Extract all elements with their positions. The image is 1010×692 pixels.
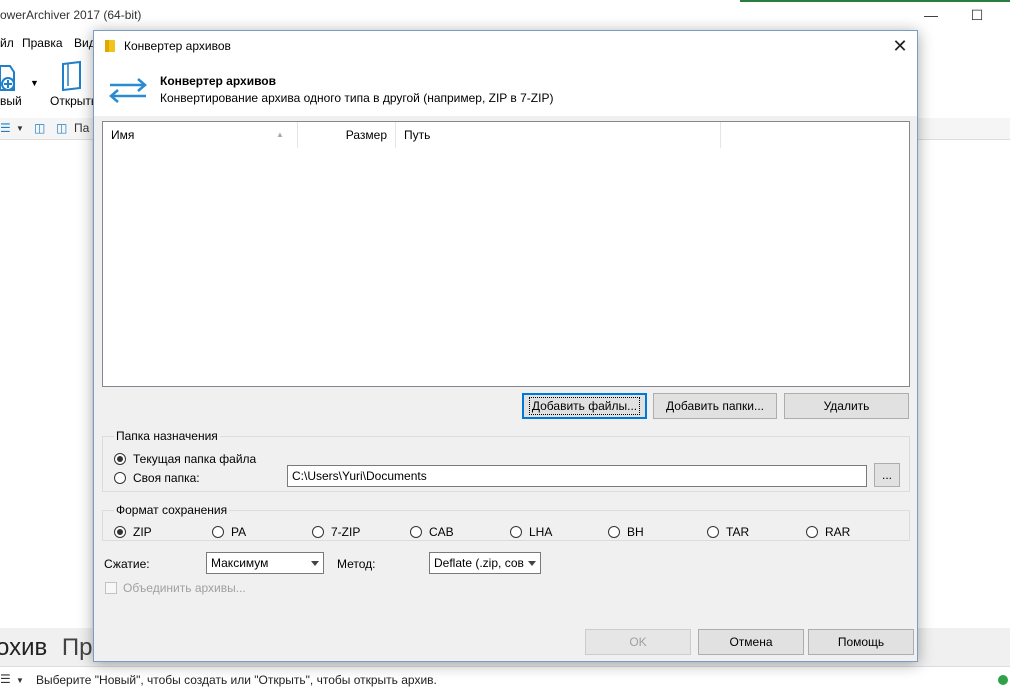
ok-label: OK — [629, 635, 647, 649]
bottom-heading-archive: охив — [0, 634, 48, 661]
format-bh[interactable]: BH — [608, 525, 644, 539]
status-indicator-icon — [998, 675, 1008, 685]
method-value: Deflate (.zip, сов — [434, 556, 524, 570]
column-name[interactable]: Имя ▲ — [103, 122, 298, 148]
status-dropdown-icon[interactable]: ▼ — [16, 676, 24, 685]
compression-select[interactable]: Максимум — [206, 552, 324, 574]
main-bottom-heading: охив Про — [0, 634, 106, 662]
radio-own-folder[interactable]: Своя папка: — [114, 471, 200, 485]
delete-button[interactable]: Удалить — [784, 393, 909, 419]
column-size[interactable]: Размер — [298, 122, 396, 148]
view-dropdown-icon[interactable]: ▼ — [16, 124, 24, 133]
merge-archives-checkbox[interactable]: Объединить архивы... — [105, 581, 246, 595]
radio-current-folder[interactable]: Текущая папка файла — [114, 452, 256, 466]
compression-label: Сжатие: — [104, 557, 150, 571]
sort-up-icon: ▲ — [276, 130, 284, 139]
panel-icon[interactable]: ◫ — [34, 121, 45, 135]
format-lha-radio[interactable] — [510, 526, 522, 538]
browse-button[interactable]: ... — [874, 463, 900, 487]
folders-label[interactable]: Па — [74, 121, 89, 135]
ok-button[interactable]: OK — [585, 629, 691, 655]
list-view-icon[interactable]: ☰ — [0, 121, 11, 135]
main-titlebar — [0, 0, 1010, 30]
radio-current-folder-control[interactable] — [114, 453, 126, 465]
menu-edit[interactable]: Правка — [22, 36, 63, 50]
format-cab-radio[interactable] — [410, 526, 422, 538]
add-folders-button[interactable]: Добавить папки... — [653, 393, 777, 419]
browse-label: ... — [881, 468, 892, 482]
folders-panel-icon[interactable]: ◫ — [56, 121, 67, 135]
header-subtitle: Конвертирование архива одного типа в дру… — [160, 91, 554, 105]
format-rar-label: RAR — [825, 525, 851, 539]
merge-archives-label: Объединить архивы... — [123, 581, 246, 595]
radio-current-folder-label: Текущая папка файла — [133, 452, 257, 466]
maximize-icon[interactable]: ☐ — [954, 0, 1000, 30]
delete-label: Удалить — [823, 399, 870, 413]
toolbar-new-label[interactable]: вый — [0, 94, 22, 108]
header-title: Конвертер архивов — [160, 74, 277, 88]
destination-path-input[interactable]: C:\Users\Yuri\Documents — [287, 465, 867, 487]
close-icon[interactable]: ✕ — [883, 31, 917, 61]
status-text: Выберите "Новый", чтобы создать или "Отк… — [36, 673, 437, 687]
compression-value: Максимум — [211, 556, 269, 570]
radio-own-folder-label: Своя папка: — [133, 471, 200, 485]
dialog-header — [94, 61, 917, 116]
toolbar-open-label[interactable]: Открыть — [50, 94, 97, 108]
help-label: Помощь — [837, 635, 885, 649]
help-button[interactable]: Помощь — [808, 629, 914, 655]
radio-own-folder-control[interactable] — [114, 472, 126, 484]
format-rar[interactable]: RAR — [806, 525, 850, 539]
format-pa-label: PA — [231, 525, 247, 539]
format-cab[interactable]: CAB — [410, 525, 454, 539]
column-path[interactable]: Путь — [396, 122, 721, 148]
add-files-label: Добавить файлы... — [528, 397, 641, 415]
format-zip-label: ZIP — [133, 525, 152, 539]
format-zip[interactable]: ZIP — [114, 525, 152, 539]
menu-file[interactable]: йл — [0, 36, 14, 50]
cancel-label: Отмена — [729, 635, 773, 649]
format-pa-radio[interactable] — [212, 526, 224, 538]
merge-archives-checkbox-box[interactable] — [105, 582, 117, 594]
format-rar-radio[interactable] — [806, 526, 818, 538]
file-list[interactable]: Имя ▲ Размер Путь — [102, 121, 910, 387]
format-cab-label: CAB — [429, 525, 454, 539]
format-tar[interactable]: TAR — [707, 525, 749, 539]
format-group-label: Формат сохранения — [114, 503, 230, 517]
converter-dialog: Конвертер архивов ✕ Конвертер архивов Ко… — [93, 30, 918, 662]
convert-arrows-icon — [109, 78, 147, 103]
main-left-pane — [0, 140, 92, 628]
main-right-pane — [918, 140, 1010, 628]
compression-dropdown-icon — [311, 561, 319, 566]
format-7zip-radio[interactable] — [312, 526, 324, 538]
dialog-title: Конвертер архивов — [124, 39, 231, 53]
format-bh-radio[interactable] — [608, 526, 620, 538]
main-window-title: owerArchiver 2017 (64-bit) — [0, 8, 142, 22]
method-select[interactable]: Deflate (.zip, сов — [429, 552, 541, 574]
format-7zip-label: 7-ZIP — [331, 525, 361, 539]
new-dropdown-icon[interactable]: ▼ — [30, 78, 39, 88]
format-7zip[interactable]: 7-ZIP — [312, 525, 360, 539]
column-name-label: Имя — [111, 128, 135, 142]
format-lha[interactable]: LHA — [510, 525, 552, 539]
format-lha-label: LHA — [529, 525, 553, 539]
minimize-icon[interactable]: — — [908, 0, 954, 30]
method-label: Метод: — [337, 557, 376, 571]
new-archive-icon[interactable] — [0, 62, 34, 96]
format-zip-radio[interactable] — [114, 526, 126, 538]
open-archive-icon[interactable] — [60, 60, 86, 92]
status-menu-icon[interactable]: ☰ — [0, 672, 11, 686]
column-size-label: Размер — [345, 128, 387, 142]
destination-group-label: Папка назначения — [114, 429, 220, 443]
format-pa[interactable]: PA — [212, 525, 246, 539]
format-bh-label: BH — [627, 525, 644, 539]
method-dropdown-icon — [528, 561, 536, 566]
add-folders-label: Добавить папки... — [666, 399, 764, 413]
add-files-button[interactable]: Добавить файлы... — [522, 393, 647, 419]
cancel-button[interactable]: Отмена — [698, 629, 804, 655]
archive-app-icon — [105, 40, 115, 52]
column-extra — [721, 122, 909, 148]
column-path-label: Путь — [404, 128, 431, 142]
format-tar-radio[interactable] — [707, 526, 719, 538]
format-tar-label: TAR — [726, 525, 750, 539]
